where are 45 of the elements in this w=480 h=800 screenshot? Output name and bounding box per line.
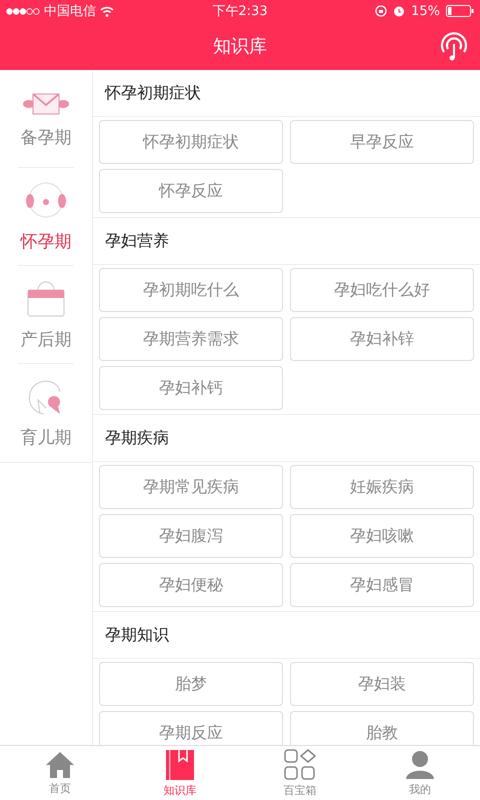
home-icon — [45, 750, 75, 778]
person-icon — [405, 750, 435, 780]
section-title: 孕期知识 — [105, 624, 169, 646]
section-title: 怀孕初期症状 — [105, 82, 201, 104]
sidebar-item[interactable]: 产后期 — [18, 266, 74, 363]
audio-button[interactable] — [438, 30, 470, 62]
headphones-icon — [23, 180, 69, 220]
topic-button[interactable]: 孕妇便秘 — [99, 563, 283, 607]
battery-percent: 15% — [411, 4, 440, 18]
topic-button[interactable]: 胎梦 — [99, 662, 283, 706]
topic-button[interactable]: 孕妇感冒 — [290, 563, 474, 607]
topic-button[interactable]: 孕妇装 — [290, 662, 474, 706]
topic-button[interactable]: 孕期反应 — [99, 711, 283, 745]
topic-button[interactable]: 妊娠疾病 — [290, 465, 474, 509]
topic-button[interactable]: 孕期常见疾病 — [99, 465, 283, 509]
wifi-icon — [100, 6, 114, 16]
topic-button[interactable]: 孕妇吃什么好 — [290, 268, 474, 312]
sidebar-item[interactable]: 育儿期 — [0, 364, 92, 461]
topic-button[interactable]: 怀孕反应 — [99, 169, 283, 213]
signal-icon — [6, 8, 40, 14]
alarm-icon — [393, 5, 406, 17]
tab-bar-item[interactable]: 我的 — [360, 746, 480, 800]
topic-button[interactable]: 早孕反应 — [290, 120, 474, 164]
book-icon — [165, 748, 195, 780]
tab-bar-item[interactable]: 百宝箱 — [240, 746, 360, 800]
section-title: 孕期疾病 — [105, 428, 169, 448]
topic-button[interactable]: 孕期营养需求 — [99, 317, 283, 361]
topic-button[interactable]: 孕妇补钙 — [99, 366, 283, 410]
topic-button[interactable]: 孕初期吃什么 — [99, 268, 283, 312]
page-title: 知识库 — [213, 35, 267, 58]
tab-bar-item[interactable]: 知识库 — [120, 746, 240, 800]
apps-icon — [284, 748, 316, 780]
tab-bar-item[interactable]: 首页 — [0, 746, 120, 800]
sidebar-item[interactable]: 怀孕期 — [18, 168, 74, 265]
battery-icon — [446, 5, 474, 17]
sidebar-item[interactable]: 备孕期 — [18, 70, 74, 167]
topic-button[interactable]: 孕妇补锌 — [290, 317, 474, 361]
topic-button[interactable]: 怀孕初期症状 — [99, 120, 283, 164]
topic-button[interactable]: 孕妇咳嗽 — [290, 514, 474, 558]
section-title: 孕妇营养 — [105, 230, 169, 252]
topic-button[interactable]: 胎教 — [290, 711, 474, 745]
lock-rotation-icon — [375, 5, 388, 17]
status-time: 下午2:33 — [212, 3, 268, 20]
topic-button[interactable]: 孕妇腹泻 — [99, 514, 283, 558]
carrier-name: 中国电信 — [44, 3, 96, 20]
